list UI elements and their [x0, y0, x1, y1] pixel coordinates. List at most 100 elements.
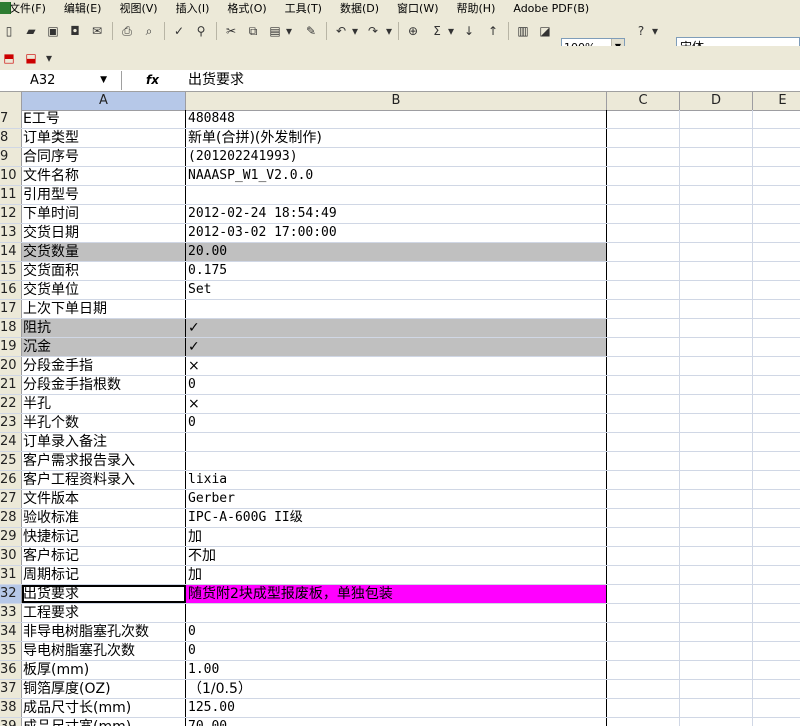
empty-cell[interactable]: [607, 509, 680, 527]
save-icon[interactable]: ▣: [44, 22, 62, 40]
format-painter-icon[interactable]: ✎: [302, 22, 320, 40]
menu-window[interactable]: 窗口(W): [388, 0, 447, 16]
field-value-cell[interactable]: [186, 604, 607, 622]
field-value-cell[interactable]: (201202241993): [186, 148, 607, 166]
empty-cell[interactable]: [607, 604, 680, 622]
field-label-cell[interactable]: 文件版本: [22, 490, 186, 508]
empty-cell[interactable]: [680, 718, 753, 726]
empty-cell[interactable]: [680, 357, 753, 375]
row-header[interactable]: 21: [0, 376, 22, 394]
row-header[interactable]: 30: [0, 547, 22, 565]
empty-cell[interactable]: [607, 433, 680, 451]
row-header[interactable]: 23: [0, 414, 22, 432]
redo-dropdown-icon[interactable]: ▾: [384, 22, 394, 40]
field-value-cell[interactable]: Set: [186, 281, 607, 299]
empty-cell[interactable]: [680, 262, 753, 280]
row-header[interactable]: 13: [0, 224, 22, 242]
empty-cell[interactable]: [753, 110, 800, 128]
empty-cell[interactable]: [680, 376, 753, 394]
empty-cell[interactable]: [607, 357, 680, 375]
empty-cell[interactable]: [753, 661, 800, 679]
field-value-cell[interactable]: 不加: [186, 547, 607, 565]
field-value-cell[interactable]: 70.00: [186, 718, 607, 726]
field-label-cell[interactable]: 引用型号: [22, 186, 186, 204]
empty-cell[interactable]: [607, 414, 680, 432]
menu-help[interactable]: 帮助(H): [448, 0, 505, 16]
empty-cell[interactable]: [753, 376, 800, 394]
field-label-cell[interactable]: 快捷标记: [22, 528, 186, 546]
empty-cell[interactable]: [753, 528, 800, 546]
field-value-cell[interactable]: ×: [186, 357, 607, 375]
empty-cell[interactable]: [607, 262, 680, 280]
empty-cell[interactable]: [753, 547, 800, 565]
empty-cell[interactable]: [607, 566, 680, 584]
empty-cell[interactable]: [753, 490, 800, 508]
empty-cell[interactable]: [680, 205, 753, 223]
field-value-cell[interactable]: 125.00: [186, 699, 607, 717]
field-value-cell[interactable]: ×: [186, 395, 607, 413]
empty-cell[interactable]: [753, 148, 800, 166]
open-icon[interactable]: ▰: [22, 22, 40, 40]
empty-cell[interactable]: [753, 471, 800, 489]
empty-cell[interactable]: [607, 661, 680, 679]
empty-cell[interactable]: [607, 167, 680, 185]
redo-icon[interactable]: ↷: [364, 22, 382, 40]
menu-tools[interactable]: 工具(T): [276, 0, 331, 16]
row-header[interactable]: 24: [0, 433, 22, 451]
empty-cell[interactable]: [753, 205, 800, 223]
empty-cell[interactable]: [680, 528, 753, 546]
field-value-cell[interactable]: 0: [186, 642, 607, 660]
empty-cell[interactable]: [680, 661, 753, 679]
field-label-cell[interactable]: 合同序号: [22, 148, 186, 166]
field-value-cell-highlighted[interactable]: 随货附2块成型报废板，单独包装: [186, 585, 607, 603]
empty-cell[interactable]: [680, 300, 753, 318]
empty-cell[interactable]: [680, 338, 753, 356]
empty-cell[interactable]: [607, 376, 680, 394]
empty-cell[interactable]: [753, 300, 800, 318]
empty-cell[interactable]: [753, 186, 800, 204]
column-header-e[interactable]: E: [753, 92, 800, 110]
row-header[interactable]: 15: [0, 262, 22, 280]
field-value-cell[interactable]: [186, 186, 607, 204]
empty-cell[interactable]: [607, 129, 680, 147]
field-label-cell[interactable]: 成品尺寸长(mm): [22, 699, 186, 717]
column-header-b[interactable]: B: [186, 92, 607, 110]
field-label-cell[interactable]: 客户工程资料录入: [22, 471, 186, 489]
email-icon[interactable]: ✉: [88, 22, 106, 40]
empty-cell[interactable]: [607, 224, 680, 242]
field-value-cell[interactable]: 480848: [186, 110, 607, 128]
empty-cell[interactable]: [607, 680, 680, 698]
empty-cell[interactable]: [607, 338, 680, 356]
field-label-cell[interactable]: 分段金手指: [22, 357, 186, 375]
empty-cell[interactable]: [680, 281, 753, 299]
help-dropdown-icon[interactable]: ▾: [650, 22, 660, 40]
field-label-cell[interactable]: 成品尺寸宽(mm): [22, 718, 186, 726]
row-header[interactable]: 27: [0, 490, 22, 508]
paste-dropdown-icon[interactable]: ▾: [284, 22, 294, 40]
field-label-cell[interactable]: 客户标记: [22, 547, 186, 565]
empty-cell[interactable]: [753, 243, 800, 261]
field-label-cell[interactable]: 交货数量: [22, 243, 186, 261]
name-box[interactable]: A32 ▼: [0, 71, 122, 90]
empty-cell[interactable]: [753, 623, 800, 641]
permission-icon[interactable]: ◘: [66, 22, 84, 40]
field-value-cell[interactable]: 0: [186, 376, 607, 394]
empty-cell[interactable]: [680, 414, 753, 432]
field-value-cell[interactable]: NAAASP_W1_V2.0.0: [186, 167, 607, 185]
menu-format[interactable]: 格式(O): [218, 0, 275, 16]
empty-cell[interactable]: [607, 718, 680, 726]
empty-cell[interactable]: [680, 243, 753, 261]
row-header[interactable]: 7: [0, 110, 22, 128]
field-value-cell[interactable]: IPC-A-600G II级: [186, 509, 607, 527]
select-all-corner[interactable]: [0, 92, 22, 110]
field-value-cell[interactable]: Gerber: [186, 490, 607, 508]
field-label-cell[interactable]: E工号: [22, 110, 186, 128]
empty-cell[interactable]: [753, 604, 800, 622]
field-label-cell[interactable]: 文件名称: [22, 167, 186, 185]
menu-view[interactable]: 视图(V): [110, 0, 166, 16]
row-header[interactable]: 31: [0, 566, 22, 584]
field-value-cell[interactable]: 0.175: [186, 262, 607, 280]
empty-cell[interactable]: [680, 129, 753, 147]
empty-cell[interactable]: [607, 490, 680, 508]
field-label-cell[interactable]: 交货面积: [22, 262, 186, 280]
